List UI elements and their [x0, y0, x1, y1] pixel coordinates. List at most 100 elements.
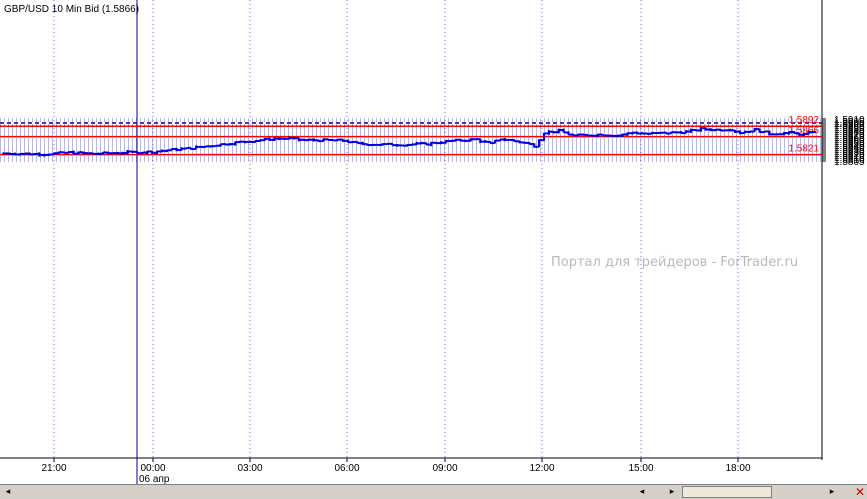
ohlc-bar — [281, 137, 287, 140]
watermark-text: Портал для трейдеров - ForTrader.ru — [551, 255, 798, 270]
ohlc-bar — [742, 130, 748, 135]
ohlc-bar — [634, 131, 640, 135]
ohlc-bar — [722, 129, 728, 132]
ohlc-bar — [629, 131, 635, 135]
ohlc-bar — [350, 140, 356, 144]
ohlc-bar — [673, 131, 679, 134]
ohlc-bar — [384, 142, 390, 146]
ohlc-bar — [521, 141, 527, 144]
scroll-right-icon[interactable]: ▸ — [826, 486, 838, 498]
ohlc-bar — [551, 130, 557, 134]
ohlc-bar — [301, 138, 307, 142]
ohlc-bar — [242, 140, 248, 144]
ohlc-bar — [345, 139, 351, 144]
ohlc-bar — [232, 141, 238, 146]
ohlc-bar — [654, 131, 660, 135]
ohlc-bar — [2, 152, 8, 155]
ohlc-bar — [276, 137, 282, 141]
ohlc-bar — [389, 142, 395, 147]
ohlc-bar — [668, 131, 674, 135]
ohlc-bar — [414, 141, 420, 146]
ohlc-bar — [306, 138, 312, 142]
ohlc-bar — [316, 139, 322, 143]
level-label: 1.5892 — [788, 115, 819, 126]
ohlc-bar — [497, 138, 503, 142]
ohlc-bar — [561, 128, 567, 134]
ohlc-bar — [526, 141, 532, 146]
ohlc-bar — [173, 147, 180, 152]
ohlc-bar — [369, 143, 376, 147]
ohlc-bar — [110, 152, 116, 155]
ohlc-bar — [90, 152, 96, 155]
ohlc-bar — [502, 137, 508, 142]
ohlc-bar — [124, 150, 131, 155]
ohlc-bar — [546, 130, 552, 135]
ohlc-bar — [644, 132, 650, 135]
ohlc-bar — [129, 150, 135, 153]
ohlc-bar — [428, 141, 434, 147]
ohlc-bar — [218, 143, 224, 147]
ohlc-bar — [781, 131, 787, 136]
ohlc-bar — [26, 152, 33, 156]
x-tick-label: 00:00 — [140, 463, 165, 474]
horizontal-scrollbar[interactable]: ◂ ◂ ▸ ▸ ✕ — [0, 484, 867, 499]
ohlc-bar — [737, 130, 743, 135]
ohlc-bar — [61, 151, 67, 154]
ohlc-bar — [193, 145, 199, 151]
ohlc-bar — [766, 130, 772, 136]
ohlc-bar — [149, 150, 155, 154]
ohlc-bar — [159, 149, 165, 153]
level-label: 1.5821 — [788, 144, 819, 155]
level-lines: 1.58921.58661.5821 — [0, 115, 822, 156]
scroll-left-icon[interactable]: ◂ — [2, 486, 14, 498]
ohlc-bar — [678, 131, 684, 135]
ohlc-bar — [507, 138, 513, 141]
ohlc-bar — [600, 133, 606, 137]
y-axis: 1.58051.58101.58151.58201.58251.58301.58… — [822, 115, 865, 168]
price-chart[interactable]: 1.58921.58661.5821 Портал для трейдеров … — [0, 0, 867, 484]
ohlc-bar — [688, 128, 694, 133]
ohlc-bar — [570, 133, 576, 137]
scroll-left-icon[interactable]: ◂ — [636, 486, 648, 498]
ohlc-series — [2, 127, 817, 157]
ohlc-bar — [624, 132, 630, 136]
chart-grid — [0, 0, 823, 484]
x-axis: 21:00 00:00 03:00 06:00 09:00 12:00 15:00 18:00… — [41, 458, 751, 484]
ohlc-bar — [46, 153, 52, 156]
ohlc-bar — [198, 145, 204, 148]
x-tick-label: 21:00 — [41, 463, 66, 474]
ohlc-bar — [257, 139, 263, 142]
x-tick-label: 09:00 — [432, 463, 457, 474]
ohlc-bar — [22, 152, 28, 155]
ohlc-bar — [404, 143, 410, 147]
ohlc-bar — [477, 138, 483, 144]
ohlc-bar — [188, 146, 194, 151]
ohlc-bar — [71, 150, 77, 155]
ohlc-bar — [237, 140, 243, 144]
ohlc-bar — [178, 147, 184, 152]
close-icon[interactable]: ✕ — [855, 485, 865, 499]
scroll-right-icon[interactable]: ▸ — [666, 486, 678, 498]
scroll-thumb[interactable] — [682, 486, 772, 498]
ohlc-bar — [36, 152, 42, 157]
ohlc-bar — [365, 143, 371, 147]
ohlc-bar — [605, 134, 611, 137]
ohlc-bar — [95, 152, 101, 155]
ohlc-bar — [399, 144, 405, 147]
ohlc-bar — [409, 143, 415, 146]
ohlc-bar — [698, 127, 704, 132]
ohlc-bar — [271, 137, 278, 141]
ohlc-bar — [810, 130, 817, 134]
x-tick-label: 18:00 — [725, 463, 750, 474]
ohlc-bar — [418, 141, 425, 145]
ohlc-bar — [311, 138, 317, 142]
ohlc-bar — [222, 143, 229, 146]
ohlc-bar — [267, 137, 273, 141]
ohlc-bar — [693, 128, 699, 132]
ohlc-bar — [712, 128, 719, 132]
ohlc-bar — [394, 143, 400, 147]
ohlc-bar — [703, 127, 709, 131]
ohlc-bar — [41, 153, 47, 157]
ohlc-bar — [355, 140, 361, 145]
ohlc-bar — [482, 140, 488, 143]
